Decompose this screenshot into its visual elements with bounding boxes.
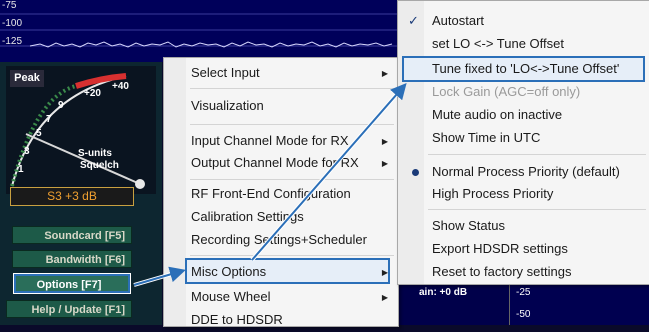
submenu-arrow-icon: ▶	[381, 268, 388, 277]
submenu-arrow-icon: ▶	[381, 293, 388, 302]
menu-item-label: Show Status	[432, 218, 505, 233]
menu-item-label: Autostart	[432, 13, 485, 28]
menu-item-label: Mute audio on inactive	[432, 107, 563, 122]
menu-item-label: Lock Gain (AGC=off only)	[432, 84, 581, 99]
submenu-arrow-icon: ▶	[381, 137, 388, 146]
spectrum-label: -100	[2, 18, 23, 29]
gain-area: ain: +0 dB -25 -50	[397, 283, 649, 325]
audio-scale: -25 -50	[509, 283, 649, 325]
menu-item-autostart[interactable]: ✓ Autostart	[398, 13, 649, 33]
menu-item-label: Misc Options	[191, 264, 267, 279]
spectrum-label: -125	[2, 36, 23, 47]
menu-item-select-input[interactable]: Select Input ▶	[164, 65, 398, 85]
radio-selected-icon	[412, 169, 419, 176]
options-button[interactable]: Options [F7]	[13, 273, 131, 294]
bandwidth-button[interactable]: Bandwidth [F6]	[12, 250, 132, 268]
menu-item-label: Select Input	[191, 65, 260, 80]
menu-separator	[190, 255, 394, 256]
meter-scale-label: 3	[24, 146, 30, 157]
menu-item-label: Normal Process Priority (default)	[432, 164, 620, 179]
menu-item-label: Recording Settings+Scheduler	[191, 232, 367, 247]
spectrum-label: -75	[2, 0, 17, 11]
menu-item-label: Reset to factory settings	[432, 264, 572, 279]
submenu-arrow-icon: ▶	[381, 69, 388, 78]
submenu-arrow-icon: ▶	[381, 159, 388, 168]
menu-item-show-status[interactable]: Show Status	[398, 218, 649, 238]
misc-options-submenu: ✓ Autostart set LO <-> Tune Offset Tune …	[397, 0, 649, 285]
help-update-button[interactable]: Help / Update [F1]	[6, 300, 132, 318]
scale-label: -50	[516, 309, 531, 320]
peak-button[interactable]: Peak	[10, 70, 44, 87]
menu-separator	[428, 154, 646, 155]
menu-item-mute-audio[interactable]: Mute audio on inactive	[398, 107, 649, 127]
control-panel: Peak +20 +40 9 7 5 3 1 S-units Squelch S…	[0, 62, 162, 325]
meter-scale-label: 7	[46, 114, 52, 125]
menu-item-calibration-settings[interactable]: Calibration Settings	[164, 209, 398, 229]
menu-item-output-channel-mode[interactable]: Output Channel Mode for RX ▶	[164, 155, 398, 175]
menu-item-label: Visualization	[191, 98, 264, 113]
menu-item-label: Calibration Settings	[191, 209, 304, 224]
menu-separator	[190, 179, 394, 180]
s-units-label: S-units	[78, 148, 112, 159]
menu-separator	[190, 124, 394, 125]
menu-item-export-settings[interactable]: Export HDSDR settings	[398, 241, 649, 261]
soundcard-button[interactable]: Soundcard [F5]	[12, 226, 132, 244]
meter-scale-label: 5	[36, 128, 42, 139]
menu-item-label: Tune fixed to 'LO<->Tune Offset'	[432, 61, 620, 76]
s-meter: Peak +20 +40 9 7 5 3 1 S-units Squelch	[6, 66, 156, 194]
menu-item-rf-frontend-config[interactable]: RF Front-End Configuration	[164, 186, 398, 206]
menu-item-lock-gain: Lock Gain (AGC=off only)	[398, 84, 649, 104]
menu-item-label: High Process Priority	[432, 186, 554, 201]
menu-item-label: set LO <-> Tune Offset	[432, 36, 564, 51]
menu-item-show-time-utc[interactable]: Show Time in UTC	[398, 130, 649, 150]
signal-readout: S3 +3 dB	[10, 187, 134, 206]
menu-item-visualization[interactable]: Visualization	[164, 98, 398, 118]
menu-item-normal-priority[interactable]: Normal Process Priority (default)	[398, 164, 649, 184]
scale-label: -25	[516, 287, 531, 298]
menu-item-misc-options[interactable]: Misc Options ▶	[164, 264, 398, 284]
menu-item-label: Mouse Wheel	[191, 289, 271, 304]
meter-scale-label: 9	[58, 100, 64, 111]
menu-item-recording-settings[interactable]: Recording Settings+Scheduler	[164, 232, 398, 252]
checkmark-icon: ✓	[408, 13, 419, 28]
menu-separator	[428, 209, 646, 210]
menu-item-label: Input Channel Mode for RX	[191, 133, 349, 148]
menu-item-tune-fixed[interactable]: Tune fixed to 'LO<->Tune Offset'	[398, 61, 649, 81]
menu-item-label: RF Front-End Configuration	[191, 186, 351, 201]
menu-item-label: Show Time in UTC	[432, 130, 541, 145]
menu-item-label: Export HDSDR settings	[432, 241, 568, 256]
menu-item-mouse-wheel[interactable]: Mouse Wheel ▶	[164, 289, 398, 309]
menu-item-reset-factory[interactable]: Reset to factory settings	[398, 264, 649, 284]
meter-scale-label: 1	[18, 164, 24, 175]
meter-scale-label: +40	[112, 81, 129, 92]
menu-separator	[190, 88, 394, 89]
menu-item-dde-to-hdsdr[interactable]: DDE to HDSDR	[164, 312, 398, 332]
menu-item-label: Output Channel Mode for RX	[191, 155, 359, 170]
meter-scale-label: +20	[84, 88, 101, 99]
options-menu: Select Input ▶ Visualization Input Chann…	[163, 57, 399, 327]
menu-item-input-channel-mode[interactable]: Input Channel Mode for RX ▶	[164, 133, 398, 153]
menu-item-set-lo-tune-offset[interactable]: set LO <-> Tune Offset	[398, 36, 649, 56]
menu-item-high-priority[interactable]: High Process Priority	[398, 186, 649, 206]
gain-label: ain: +0 dB	[419, 287, 468, 298]
squelch-label: Squelch	[80, 160, 119, 171]
